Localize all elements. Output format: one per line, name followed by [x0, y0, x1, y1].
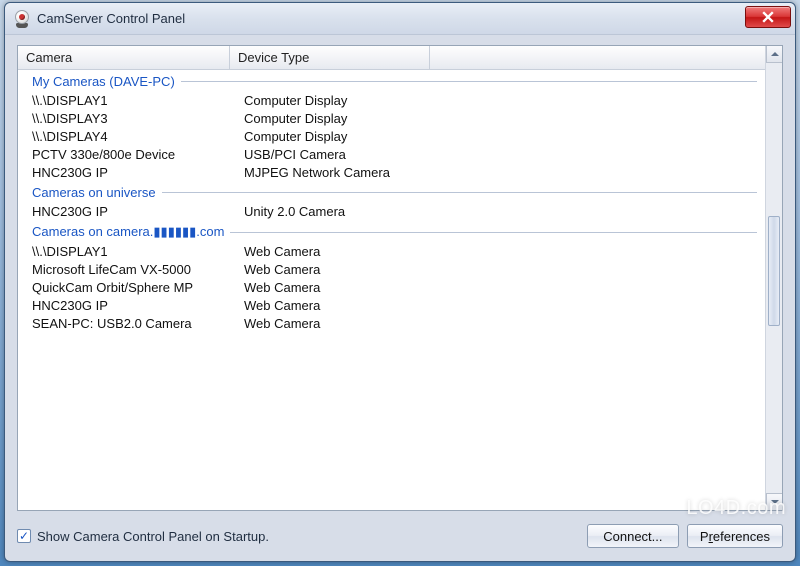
list-item[interactable]: SEAN-PC: USB2.0 CameraWeb Camera	[18, 314, 765, 332]
window-title: CamServer Control Panel	[37, 11, 185, 26]
group-header[interactable]: My Cameras (DAVE-PC)	[18, 70, 765, 91]
client-area: Camera Device Type My Cameras (DAVE-PC) \…	[5, 35, 795, 561]
cell-camera: \\.\DISPLAY1	[32, 244, 244, 259]
cell-device-type: Web Camera	[244, 316, 320, 331]
group-header[interactable]: Cameras on camera.▮▮▮▮▮▮.com	[18, 220, 765, 242]
cell-device-type: Web Camera	[244, 262, 320, 277]
startup-checkbox-group[interactable]: ✓ Show Camera Control Panel on Startup.	[17, 529, 579, 544]
close-button[interactable]	[745, 6, 791, 28]
cell-device-type: Computer Display	[244, 93, 347, 108]
preferences-button[interactable]: Preferences	[687, 524, 783, 548]
scroll-down-button[interactable]	[766, 493, 783, 510]
camera-list: Camera Device Type My Cameras (DAVE-PC) \…	[17, 45, 783, 511]
list-item[interactable]: HNC230G IPUnity 2.0 Camera	[18, 202, 765, 220]
column-header-device-type[interactable]: Device Type	[230, 46, 430, 69]
cell-device-type: MJPEG Network Camera	[244, 165, 390, 180]
cell-device-type: Computer Display	[244, 129, 347, 144]
list-item[interactable]: \\.\DISPLAY1Computer Display	[18, 91, 765, 109]
list-item[interactable]: Microsoft LifeCam VX-5000Web Camera	[18, 260, 765, 278]
group-label: Cameras on universe	[32, 185, 156, 200]
chevron-up-icon	[771, 50, 779, 58]
connect-button-label: Connect...	[603, 529, 662, 544]
cell-camera: QuickCam Orbit/Sphere MP	[32, 280, 244, 295]
list-item[interactable]: \\.\DISPLAY1Web Camera	[18, 242, 765, 260]
cell-camera: \\.\DISPLAY1	[32, 93, 244, 108]
cell-device-type: Web Camera	[244, 280, 320, 295]
cell-camera: \\.\DISPLAY4	[32, 129, 244, 144]
group-divider	[181, 81, 757, 82]
list-item[interactable]: HNC230G IPWeb Camera	[18, 296, 765, 314]
cell-camera: \\.\DISPLAY3	[32, 111, 244, 126]
close-icon	[762, 11, 774, 23]
vertical-scrollbar[interactable]	[765, 46, 782, 510]
group-divider	[162, 192, 757, 193]
cell-camera: SEAN-PC: USB2.0 Camera	[32, 316, 244, 331]
list-item[interactable]: QuickCam Orbit/Sphere MPWeb Camera	[18, 278, 765, 296]
group-label: Cameras on camera.▮▮▮▮▮▮.com	[32, 224, 224, 240]
group-label: My Cameras (DAVE-PC)	[32, 74, 175, 89]
list-rows: My Cameras (DAVE-PC)\\.\DISPLAY1Computer…	[18, 70, 765, 338]
check-icon: ✓	[19, 529, 29, 543]
app-window: CamServer Control Panel Camera Device Ty…	[4, 2, 796, 562]
chevron-down-icon	[771, 498, 779, 506]
cell-camera: PCTV 330e/800e Device	[32, 147, 244, 162]
cell-device-type: Web Camera	[244, 298, 320, 313]
cell-camera: HNC230G IP	[32, 165, 244, 180]
title-bar[interactable]: CamServer Control Panel	[5, 3, 795, 35]
list-item[interactable]: \\.\DISPLAY3Computer Display	[18, 109, 765, 127]
cell-camera: HNC230G IP	[32, 204, 244, 219]
column-header-spacer[interactable]	[430, 46, 765, 69]
group-divider	[230, 232, 757, 233]
startup-checkbox-label: Show Camera Control Panel on Startup.	[37, 529, 269, 544]
group-header[interactable]: Cameras on universe	[18, 181, 765, 202]
list-item[interactable]: PCTV 330e/800e DeviceUSB/PCI Camera	[18, 145, 765, 163]
cell-device-type: USB/PCI Camera	[244, 147, 346, 162]
connect-button[interactable]: Connect...	[587, 524, 679, 548]
column-headers: Camera Device Type	[18, 46, 765, 70]
list-item[interactable]: HNC230G IPMJPEG Network Camera	[18, 163, 765, 181]
cell-camera: Microsoft LifeCam VX-5000	[32, 262, 244, 277]
app-icon	[13, 10, 31, 28]
bottom-bar: ✓ Show Camera Control Panel on Startup. …	[17, 521, 783, 551]
scroll-thumb[interactable]	[768, 216, 780, 326]
cell-device-type: Computer Display	[244, 111, 347, 126]
cell-device-type: Unity 2.0 Camera	[244, 204, 345, 219]
cell-device-type: Web Camera	[244, 244, 320, 259]
scroll-up-button[interactable]	[766, 46, 783, 63]
list-item[interactable]: \\.\DISPLAY4Computer Display	[18, 127, 765, 145]
list-content: Camera Device Type My Cameras (DAVE-PC) \…	[18, 46, 765, 510]
column-header-camera[interactable]: Camera	[18, 46, 230, 69]
cell-camera: HNC230G IP	[32, 298, 244, 313]
startup-checkbox[interactable]: ✓	[17, 529, 31, 543]
preferences-button-label: Preferences	[700, 529, 770, 544]
